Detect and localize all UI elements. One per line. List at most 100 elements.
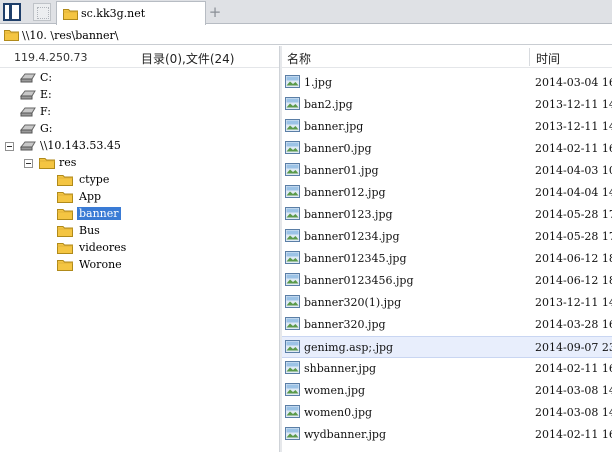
- file-name: genimg.asp;.jpg: [304, 341, 394, 354]
- file-row[interactable]: shbanner.jpg 2014-02-11 16: [282, 358, 612, 380]
- file-time: 2014-03-04 16: [535, 76, 612, 89]
- image-file-icon: [285, 405, 300, 418]
- column-separator[interactable]: [529, 48, 530, 66]
- tree-label-selected: banner: [77, 207, 121, 220]
- folder-icon: [63, 9, 78, 20]
- file-row[interactable]: genimg.asp;.jpg 2014-09-07 23: [282, 336, 612, 358]
- folder-icon: [39, 158, 55, 169]
- file-time: 2014-02-11 16: [535, 362, 612, 375]
- file-row[interactable]: banner0.jpg 2014-02-11 16: [282, 138, 612, 160]
- file-row[interactable]: banner0123.jpg 2014-05-28 17: [282, 204, 612, 226]
- image-file-icon: [285, 97, 300, 110]
- image-file-icon: [285, 317, 300, 330]
- tab-bar: sc.kk3g.net +: [0, 0, 612, 25]
- file-time: 2014-03-08 14: [535, 384, 612, 397]
- file-time: 2014-04-03 10: [535, 164, 612, 177]
- file-name: banner012.jpg: [304, 186, 386, 199]
- tree-label: F:: [40, 105, 51, 118]
- file-name: banner01234.jpg: [304, 230, 400, 243]
- file-time: 2013-12-11 14: [535, 296, 612, 309]
- drive-icon: [20, 73, 36, 83]
- drive-icon: [20, 124, 36, 134]
- file-row[interactable]: ban2.jpg 2013-12-11 14: [282, 94, 612, 116]
- image-file-icon: [285, 163, 300, 176]
- file-row[interactable]: wydbanner.jpg 2014-02-11 16: [282, 424, 612, 446]
- file-name: banner.jpg: [304, 120, 364, 133]
- directory-tree: C: E: F: G: \\10.143.53.45 res ctype App…: [0, 68, 279, 452]
- image-file-icon: [285, 185, 300, 198]
- file-row[interactable]: banner012.jpg 2014-04-04 14: [282, 182, 612, 204]
- image-file-icon: [285, 273, 300, 286]
- tree-label: Worone: [79, 258, 122, 271]
- file-row[interactable]: 1.jpg 2014-03-04 16: [282, 72, 612, 94]
- folder-icon: [57, 209, 73, 220]
- image-file-icon: [285, 295, 300, 308]
- file-name: wydbanner.jpg: [304, 428, 386, 441]
- file-list-header: 名称 时间: [282, 46, 612, 68]
- folder-icon: [57, 243, 73, 254]
- address-path[interactable]: \\10. \res\banner\: [22, 29, 118, 42]
- new-tab-button[interactable]: +: [208, 3, 222, 21]
- file-name: banner01.jpg: [304, 164, 379, 177]
- folder-icon: [57, 226, 73, 237]
- file-name: banner0123.jpg: [304, 208, 393, 221]
- file-row[interactable]: banner01.jpg 2014-04-03 10: [282, 160, 612, 182]
- file-time: 2014-03-28 16: [535, 318, 612, 331]
- file-time: 2014-05-28 17: [535, 230, 612, 243]
- file-name: women0.jpg: [304, 406, 373, 419]
- file-name: ban2.jpg: [304, 98, 353, 111]
- tree-label: res: [59, 156, 77, 169]
- file-name: 1.jpg: [304, 76, 332, 89]
- tree-label: E:: [40, 88, 52, 101]
- file-row[interactable]: banner320.jpg 2014-03-28 16: [282, 314, 612, 336]
- image-file-icon: [285, 229, 300, 242]
- collapse-icon[interactable]: [24, 159, 33, 168]
- drive-icon: [20, 107, 36, 117]
- tree-label: ctype: [79, 173, 110, 186]
- network-drive-icon: [20, 141, 36, 151]
- file-row[interactable]: banner01234.jpg 2014-05-28 17: [282, 226, 612, 248]
- tree-label: \\10.143.53.45: [40, 139, 121, 152]
- server-ip: 119.4.250.73: [14, 51, 88, 64]
- image-file-icon: [285, 141, 300, 154]
- panel-toggle-icon[interactable]: [3, 3, 21, 21]
- column-header-name[interactable]: 名称: [287, 50, 311, 67]
- folder-icon: [57, 192, 73, 203]
- file-time: 2014-06-12 18: [535, 274, 612, 287]
- tree-label: Bus: [79, 224, 100, 237]
- folder-icon: [4, 30, 19, 41]
- file-time: 2014-04-04 14: [535, 186, 612, 199]
- left-info-bar: 119.4.250.73 目录(0),文件(24): [0, 46, 280, 68]
- address-bar[interactable]: \\10. \res\banner\: [0, 25, 612, 45]
- file-row[interactable]: banner.jpg 2013-12-11 14: [282, 116, 612, 138]
- image-file-icon: [285, 119, 300, 132]
- collapse-icon[interactable]: [5, 142, 14, 151]
- file-list: 1.jpg 2014-03-04 16 ban2.jpg 2013-12-11 14 b…: [282, 72, 612, 452]
- file-row[interactable]: women.jpg 2014-03-08 14: [282, 380, 612, 402]
- column-header-time[interactable]: 时间: [536, 50, 560, 67]
- file-row[interactable]: banner0123456.jpg 2014-06-12 18: [282, 270, 612, 292]
- file-row[interactable]: banner320(1).jpg 2013-12-11 14: [282, 292, 612, 314]
- file-time: 2014-05-28 17: [535, 208, 612, 221]
- file-name: women.jpg: [304, 384, 366, 397]
- tab-sc-kk3g[interactable]: sc.kk3g.net: [56, 1, 206, 25]
- tab-label: sc.kk3g.net: [81, 7, 146, 20]
- item-counts: 目录(0),文件(24): [141, 52, 235, 66]
- file-name: banner0.jpg: [304, 142, 372, 155]
- file-time: 2014-02-11 16: [535, 142, 612, 155]
- image-file-icon: [285, 383, 300, 396]
- file-row[interactable]: women0.jpg 2014-03-08 14: [282, 402, 612, 424]
- image-file-icon: [285, 340, 300, 353]
- file-name: banner320(1).jpg: [304, 296, 402, 309]
- folder-icon: [57, 175, 73, 186]
- blank-tab-icon[interactable]: [33, 3, 51, 21]
- image-file-icon: [285, 207, 300, 220]
- file-row[interactable]: banner012345.jpg 2014-06-12 18: [282, 248, 612, 270]
- image-file-icon: [285, 75, 300, 88]
- drive-icon: [20, 90, 36, 100]
- image-file-icon: [285, 427, 300, 440]
- file-time: 2014-09-07 23: [535, 341, 612, 354]
- folder-icon: [57, 260, 73, 271]
- file-name: shbanner.jpg: [304, 362, 377, 375]
- tree-label: G:: [40, 122, 53, 135]
